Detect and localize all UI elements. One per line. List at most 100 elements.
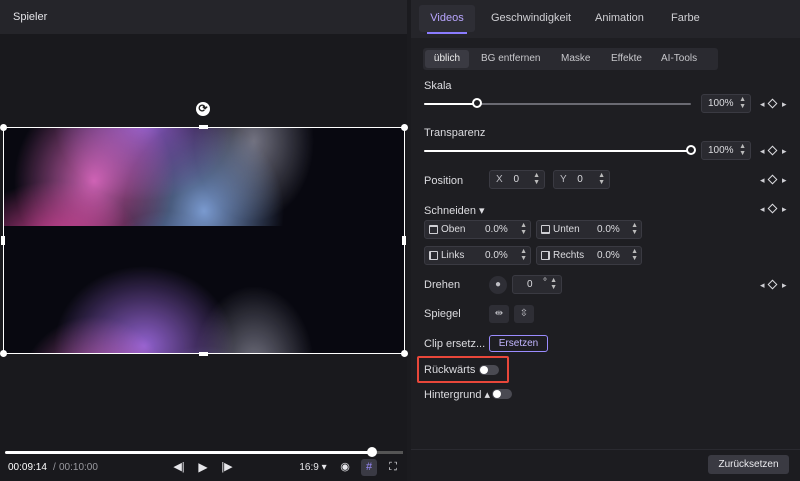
prev-keyframe-icon[interactable]: ◂ — [760, 146, 765, 156]
resize-handle-bottom-left[interactable] — [0, 350, 7, 357]
opacity-slider-thumb[interactable] — [686, 145, 696, 155]
resize-handle-right[interactable] — [402, 236, 406, 245]
stepper-icon[interactable]: ▲ ▼ — [520, 248, 527, 262]
subtab-basic[interactable]: üblich — [425, 50, 469, 68]
stepper-icon[interactable]: ▲ ▼ — [550, 277, 557, 291]
rotate-unit: ° — [543, 277, 547, 288]
resize-handle-top[interactable] — [199, 125, 208, 129]
video-preview[interactable] — [3, 127, 405, 354]
crop-left-value: 0.0% — [485, 250, 508, 261]
stepper-icon[interactable]: ▲ ▼ — [631, 248, 638, 262]
scale-value: 100% — [708, 98, 734, 109]
reverse-label: Rückwärts — [424, 364, 476, 376]
next-keyframe-icon[interactable]: ▸ — [782, 146, 787, 156]
next-keyframe-icon[interactable]: ▸ — [782, 204, 787, 214]
subtab-bar: üblich BG entfernen Maske Effekte AI-Too… — [423, 48, 718, 70]
prev-keyframe-icon[interactable]: ◂ — [760, 280, 765, 290]
subtab-effects[interactable]: Effekte — [611, 53, 642, 64]
crop-right-input[interactable]: Rechts 0.0% ▲ ▼ — [536, 246, 642, 265]
opacity-value: 100% — [708, 145, 734, 156]
crop-bottom-label: Unten — [553, 224, 580, 235]
player-panel: Spieler ⟳ 00:09:14 / 00:10:00 ◀| ▶ |▶ 16… — [0, 0, 408, 481]
resize-handle-left[interactable] — [1, 236, 5, 245]
prev-keyframe-icon[interactable]: ◂ — [760, 99, 765, 109]
next-frame-icon[interactable]: |▶ — [220, 459, 234, 476]
prev-keyframe-icon[interactable]: ◂ — [760, 175, 765, 185]
replace-button[interactable]: Ersetzen — [489, 335, 548, 352]
rotate-dial-icon[interactable]: ● — [489, 276, 507, 294]
resize-handle-top-right[interactable] — [401, 124, 408, 131]
rotate-handle-icon[interactable]: ⟳ — [196, 102, 210, 116]
stepper-icon[interactable]: ▲ ▼ — [533, 172, 540, 186]
resize-handle-top-left[interactable] — [0, 124, 7, 131]
keyframe-diamond-icon[interactable] — [767, 279, 778, 290]
scale-slider-thumb[interactable] — [472, 98, 482, 108]
opacity-slider-fill — [424, 150, 691, 152]
crop-left-icon — [429, 251, 438, 260]
resize-handle-bottom[interactable] — [199, 352, 208, 356]
crop-bottom-value: 0.0% — [597, 224, 620, 235]
flip-vertical-icon[interactable]: ⇳ — [514, 305, 534, 323]
next-keyframe-icon[interactable]: ▸ — [782, 280, 787, 290]
crop-left-input[interactable]: Links 0.0% ▲ ▼ — [424, 246, 531, 265]
tab-animation[interactable]: Animation — [595, 12, 644, 24]
scale-keyframe[interactable]: ◂ ▸ — [760, 98, 788, 109]
crop-right-icon — [541, 251, 550, 260]
rotate-label: Drehen — [424, 279, 461, 291]
stepper-icon[interactable]: ▲ ▼ — [631, 222, 638, 236]
stepper-icon[interactable]: ▲ ▼ — [739, 143, 746, 157]
position-y-value: 0 — [577, 174, 583, 185]
active-tab-indicator — [427, 32, 467, 34]
properties-panel: Videos Geschwindigkeit Animation Farbe ü… — [411, 0, 800, 481]
mirror-label: Spiegel — [424, 308, 461, 320]
keyframe-diamond-icon[interactable] — [767, 174, 778, 185]
background-label[interactable]: Hintergrund ▴ — [424, 388, 490, 401]
scale-value-input[interactable]: 100% ▲ ▼ — [701, 94, 751, 113]
crop-right-label: Rechts — [553, 250, 585, 261]
subtab-mask[interactable]: Maske — [561, 53, 590, 64]
crop-top-label: Oben — [441, 224, 466, 235]
position-keyframe[interactable]: ◂ ▸ — [760, 174, 788, 185]
position-label: Position — [424, 175, 464, 187]
current-time: 00:09:14 — [8, 462, 47, 473]
previous-frame-icon[interactable]: ◀| — [172, 459, 186, 476]
crop-bottom-input[interactable]: Unten 0.0% ▲ ▼ — [536, 220, 642, 239]
tab-color[interactable]: Farbe — [671, 12, 700, 24]
tab-speed[interactable]: Geschwindigkeit — [491, 12, 571, 24]
next-keyframe-icon[interactable]: ▸ — [782, 175, 787, 185]
rotate-keyframe[interactable]: ◂ ▸ — [760, 279, 788, 290]
opacity-value-input[interactable]: 100% ▲ ▼ — [701, 141, 751, 160]
subtab-ai-tools[interactable]: AI-Tools — [661, 53, 697, 64]
timeline-scrubber[interactable] — [367, 447, 377, 457]
stepper-icon[interactable]: ▲ ▼ — [520, 222, 527, 236]
camera-icon[interactable]: ◉ — [337, 459, 353, 476]
position-x-value: 0 — [513, 174, 520, 185]
fullscreen-icon[interactable]: ⛶ — [385, 459, 401, 476]
crop-keyframe[interactable]: ◂ ▸ — [760, 203, 788, 214]
aspect-ratio-select[interactable]: 16:9 ▾ — [296, 459, 330, 476]
timeline-progress[interactable] — [5, 451, 372, 454]
position-x-input[interactable]: X 0 ▲ ▼ — [489, 170, 545, 189]
prev-keyframe-icon[interactable]: ◂ — [760, 204, 765, 214]
tab-videos[interactable]: Videos — [419, 5, 475, 32]
stepper-icon[interactable]: ▲ ▼ — [739, 96, 746, 110]
reverse-toggle[interactable] — [479, 365, 499, 375]
stepper-icon[interactable]: ▲ ▼ — [598, 172, 605, 186]
player-title: Spieler — [13, 11, 48, 23]
background-toggle[interactable] — [492, 389, 512, 399]
subtab-bg-remove[interactable]: BG entfernen — [481, 53, 540, 64]
rotate-value-input[interactable]: 0 ° ▲ ▼ — [512, 275, 562, 294]
play-icon[interactable]: ▶ — [196, 459, 210, 476]
grid-icon[interactable]: # — [361, 459, 377, 476]
keyframe-diamond-icon[interactable] — [767, 145, 778, 156]
opacity-keyframe[interactable]: ◂ ▸ — [760, 145, 788, 156]
next-keyframe-icon[interactable]: ▸ — [782, 99, 787, 109]
flip-horizontal-icon[interactable]: ⇹ — [489, 305, 509, 323]
keyframe-diamond-icon[interactable] — [767, 98, 778, 109]
crop-label[interactable]: Schneiden ▾ — [424, 204, 485, 217]
keyframe-diamond-icon[interactable] — [767, 203, 778, 214]
crop-top-input[interactable]: Oben 0.0% ▲ ▼ — [424, 220, 531, 239]
reset-button[interactable]: Zurücksetzen — [708, 455, 789, 474]
resize-handle-bottom-right[interactable] — [401, 350, 408, 357]
position-y-input[interactable]: Y 0 ▲ ▼ — [553, 170, 610, 189]
